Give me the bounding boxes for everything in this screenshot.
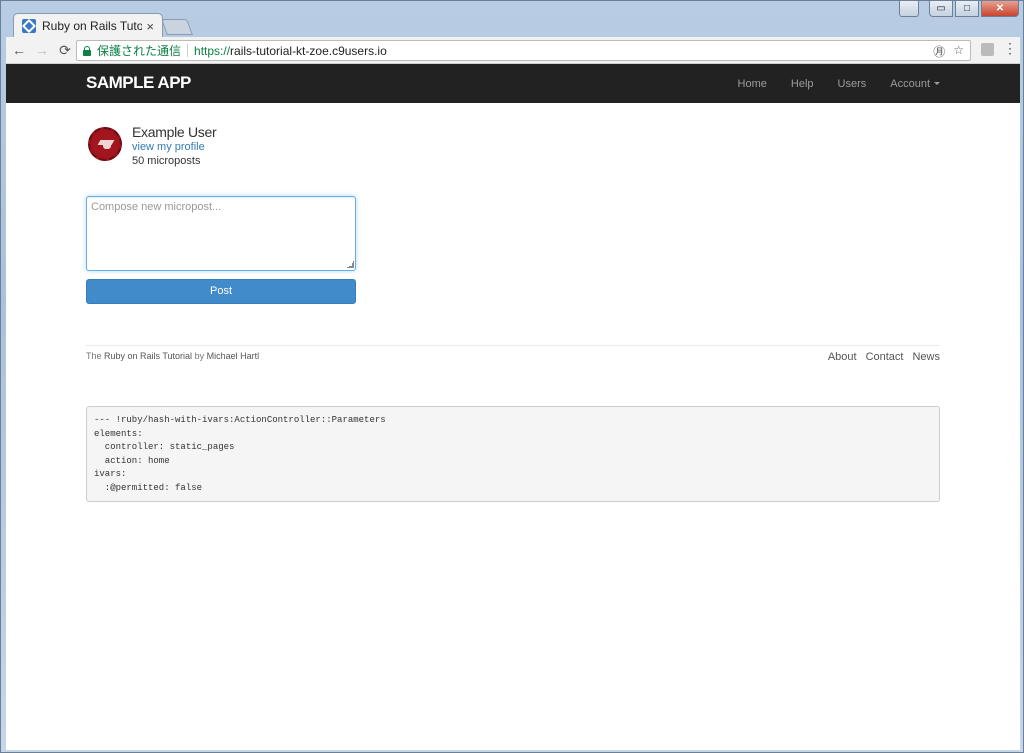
- footer-about[interactable]: About: [828, 351, 857, 363]
- browser-menu-icon[interactable]: ⋮: [1003, 40, 1017, 57]
- resize-handle-icon[interactable]: [347, 261, 354, 268]
- avatar[interactable]: [88, 127, 122, 161]
- lock-icon: [83, 45, 91, 56]
- brand-logo[interactable]: sample app: [86, 73, 191, 93]
- window-controls: ▭ □ ✕: [899, 1, 1019, 17]
- bookmark-star-icon[interactable]: ☆: [953, 43, 964, 60]
- divider: [187, 44, 189, 57]
- nav-account-label: Account: [890, 77, 930, 90]
- forward-arrow-icon[interactable]: →: [32, 40, 52, 60]
- user-name: Example User: [132, 124, 217, 140]
- footer-links: About Contact News: [828, 351, 940, 363]
- nav-help[interactable]: Help: [779, 78, 826, 90]
- nav-users[interactable]: Users: [826, 78, 879, 90]
- browser-toolbar: ← → ⟳ 保護された通信 https:// rails-tutorial-kt…: [6, 37, 1020, 64]
- nav-home[interactable]: Home: [726, 78, 779, 90]
- close-window-button[interactable]: ✕: [981, 1, 1019, 17]
- nav-links: Home Help Users Account: [726, 64, 940, 103]
- browser-window: Ruby on Rails Tutorial × ▭ □ ✕ ← → ⟳ 保護さ…: [0, 0, 1024, 753]
- translate-icon[interactable]: ㊊: [933, 43, 945, 60]
- micropost-input[interactable]: [86, 196, 356, 271]
- address-bar[interactable]: 保護された通信 https:// rails-tutorial-kt-zoe.c…: [76, 40, 971, 61]
- caret-down-icon: [934, 82, 940, 86]
- maximize-button[interactable]: □: [955, 1, 979, 17]
- url-host: rails-tutorial-kt-zoe.c9users.io: [230, 43, 387, 58]
- back-arrow-icon[interactable]: ←: [9, 40, 29, 60]
- footer-credit: The Ruby on Rails Tutorial by Michael Ha…: [86, 351, 259, 361]
- extension-icon[interactable]: [981, 43, 994, 56]
- tutorial-link[interactable]: Ruby on Rails Tutorial: [104, 351, 192, 361]
- credit-by: by: [192, 351, 207, 361]
- tab-title: Ruby on Rails Tutorial: [42, 19, 143, 33]
- minimize-button[interactable]: ▭: [929, 1, 953, 17]
- new-tab-button[interactable]: [161, 19, 193, 35]
- navbar: sample app Home Help Users Account: [6, 64, 1020, 103]
- debug-params: --- !ruby/hash-with-ivars:ActionControll…: [86, 406, 940, 502]
- footer-contact[interactable]: Contact: [866, 351, 904, 363]
- micropost-count: 50 microposts: [132, 155, 201, 167]
- view-profile-link[interactable]: view my profile: [132, 141, 205, 153]
- title-bar: Ruby on Rails Tutorial × ▭ □ ✕: [1, 1, 1023, 38]
- favicon-icon: [22, 19, 36, 33]
- secure-label: 保護された通信: [97, 44, 182, 58]
- graduation-cap-icon: [99, 140, 115, 150]
- tab-active[interactable]: Ruby on Rails Tutorial ×: [13, 13, 163, 38]
- footer-news[interactable]: News: [912, 351, 940, 363]
- reload-icon[interactable]: ⟳: [55, 40, 75, 60]
- user-profile-icon[interactable]: [899, 1, 919, 17]
- page-content: sample app Home Help Users Account Examp…: [6, 64, 1020, 750]
- post-button[interactable]: Post: [86, 279, 356, 304]
- nav-account-dropdown[interactable]: Account: [878, 78, 940, 90]
- credit-prefix: The: [86, 351, 105, 361]
- author-link[interactable]: Michael Hartl: [207, 351, 260, 361]
- tab-close-icon[interactable]: ×: [146, 19, 154, 34]
- footer: The Ruby on Rails Tutorial by Michael Ha…: [86, 345, 940, 375]
- url-scheme: https://: [194, 43, 231, 58]
